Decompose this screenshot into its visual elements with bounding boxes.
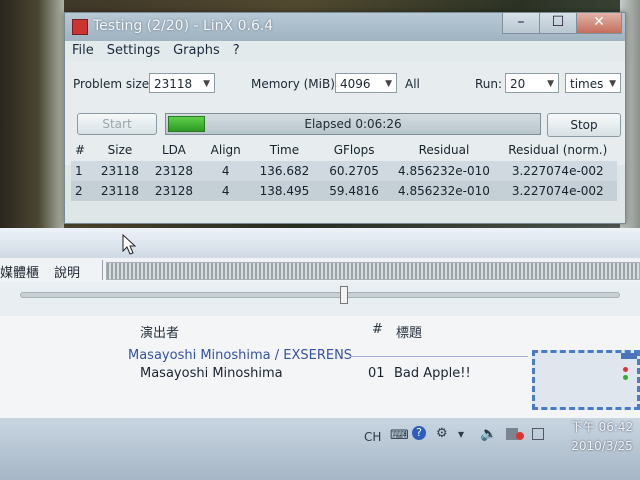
results-table: # Size LDA Align Time GFlops Residual Re… [71,139,617,201]
keyboard-icon[interactable]: ⌨ [390,428,409,443]
linx-titlebar[interactable]: Testing (2/20) - LinX 0.6.4 – ☐ ✕ [65,13,625,41]
col-lda[interactable]: LDA [146,139,201,161]
menu-settings[interactable]: Settings [100,41,166,58]
table-header-row: # Size LDA Align Time GFlops Residual Re… [71,139,617,161]
memory-label: Memory (MiB): [251,77,339,91]
minimize-button[interactable]: – [502,13,540,34]
track-number[interactable]: 01 [368,366,385,381]
memory-all-option[interactable]: All [405,77,420,91]
network-error-icon [516,432,524,440]
red-dot-icon [623,367,628,372]
menu-file[interactable]: File [65,41,100,58]
stop-button[interactable]: Stop [547,113,621,137]
cell-align: 4 [201,161,251,181]
run-count-value: 20 [510,77,526,91]
seek-thumb[interactable] [340,286,348,304]
memory-combo[interactable]: 4096 ▼ [335,73,397,93]
taskbar: CH ⌨ ? ⚙ ▾ 🔈 下午 06:42 2010/3/25 [0,418,640,480]
column-title[interactable]: 標題 [396,322,422,341]
linx-app-icon [72,19,88,35]
chevron-down-icon: ▼ [547,79,554,89]
help-icon[interactable]: ? [412,426,426,440]
col-index[interactable]: # [71,139,93,161]
menu-library[interactable]: 媒體櫃 [0,262,39,281]
cell-time: 136.682 [250,161,319,181]
window-title: Testing (2/20) - LinX 0.6.4 [93,18,274,34]
table-row[interactable]: 2 23118 23128 4 138.495 59.4816 4.856232… [71,181,617,201]
volume-icon[interactable]: 🔈 [480,426,497,442]
menu-help[interactable]: ? [226,41,246,58]
group-divider [350,356,528,357]
menu-graphs[interactable]: Graphs [166,41,226,58]
col-align[interactable]: Align [201,139,250,161]
menu-help-player[interactable]: 說明 [54,262,80,281]
cell-residual-norm: 3.227074e-002 [498,161,617,181]
problem-size-value: 23118 [154,77,193,91]
column-artist[interactable]: 演出者 [140,322,179,341]
cell-gflops: 60.2705 [318,161,390,181]
run-unit-combo[interactable]: times ▼ [565,73,621,93]
col-time[interactable]: Time [250,139,319,161]
start-button[interactable]: Start [77,113,157,135]
cell-gflops: 59.4816 [318,181,390,201]
cell-residual: 4.856232e-010 [389,181,499,201]
chevron-down-icon: ▼ [385,79,392,89]
album-group-header[interactable]: Masayoshi Minoshima / EXSERENS [128,348,352,363]
waveform-visualizer [106,262,640,280]
mini-player-preview[interactable] [532,350,640,410]
mouse-cursor-icon [122,234,136,255]
col-gflops[interactable]: GFlops [319,139,390,161]
close-icon: ✕ [593,14,605,30]
menu-divider [102,260,103,280]
green-dot-icon [623,375,628,380]
col-size[interactable]: Size [93,139,146,161]
dropdown-icon[interactable]: ▾ [458,427,464,441]
cell-lda: 23128 [146,181,202,201]
table-row[interactable]: 1 23118 23128 4 136.682 60.2705 4.856232… [71,161,617,181]
problem-size-label: Problem size: [73,77,154,91]
linx-menubar: File Settings Graphs? [65,41,625,61]
minimize-icon: – [517,14,525,30]
cell-residual: 4.856232e-010 [389,161,499,181]
chevron-down-icon: ▼ [203,79,210,89]
system-clock[interactable]: 下午 06:42 2010/3/25 [564,418,640,453]
player-titlebar[interactable] [0,228,640,258]
language-indicator[interactable]: CH [364,430,381,444]
run-label: Run: [475,77,503,91]
clock-time: 下午 06:42 [570,420,634,434]
test-progress-bar: Elapsed 0:06:26 [165,113,541,135]
clock-date: 2010/3/25 [571,439,633,453]
cell-index: 2 [71,181,94,201]
seek-track[interactable] [20,292,620,298]
track-artist[interactable]: Masayoshi Minoshima [140,366,283,381]
elapsed-time: Elapsed 0:06:26 [304,117,402,131]
background-window-left [0,0,64,230]
cell-index: 1 [71,161,94,181]
maximize-icon: ☐ [551,14,565,30]
col-residual[interactable]: Residual [389,139,498,161]
run-unit-value: times [570,77,604,91]
run-count-combo[interactable]: 20 ▼ [505,73,559,93]
column-number[interactable]: # [372,322,383,337]
memory-value: 4096 [340,77,371,91]
action-center-icon[interactable] [532,428,544,440]
cell-time: 138.495 [250,181,319,201]
chevron-down-icon: ▼ [609,79,616,89]
cell-residual-norm: 3.227074e-002 [498,181,617,201]
track-title[interactable]: Bad Apple!! [394,366,471,381]
linx-window: Testing (2/20) - LinX 0.6.4 – ☐ ✕ File Se… [64,12,626,224]
preview-titlebar [621,353,637,359]
cell-align: 4 [201,181,251,201]
problem-size-combo[interactable]: 23118 ▼ [149,73,215,93]
tools-icon[interactable]: ⚙ [436,426,448,441]
close-button[interactable]: ✕ [576,13,622,34]
maximize-button[interactable]: ☐ [539,13,577,34]
col-residual-norm[interactable]: Residual (norm.) [499,139,618,161]
cell-lda: 23128 [146,161,202,181]
cell-size: 23118 [93,161,147,181]
cell-size: 23118 [93,181,147,201]
